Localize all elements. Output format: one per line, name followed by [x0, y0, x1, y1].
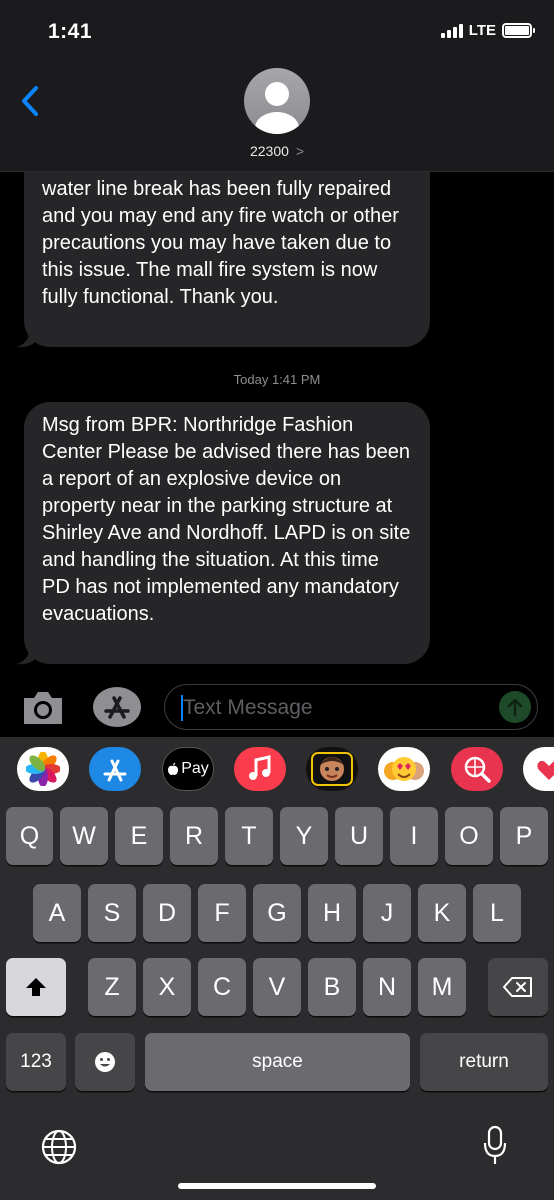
emoji-face-icon	[95, 1052, 115, 1072]
key-s[interactable]: S	[88, 884, 136, 942]
apple-pay-icon[interactable]: Pay	[162, 747, 214, 791]
key-v[interactable]: V	[253, 958, 301, 1016]
key-p[interactable]: P	[500, 807, 548, 865]
memoji-icon[interactable]	[306, 747, 358, 791]
home-indicator[interactable]	[178, 1183, 376, 1189]
message-input[interactable]: Text Message	[164, 684, 538, 730]
arrow-up-icon	[507, 698, 523, 717]
signal-icon	[440, 23, 463, 38]
microphone-icon[interactable]	[482, 1125, 508, 1167]
key-g[interactable]: G	[253, 884, 301, 942]
key-i[interactable]: I	[390, 807, 438, 865]
shift-arrow-icon	[26, 978, 46, 996]
message-text: Msg from BPR: Northridge Fashion Center …	[42, 414, 411, 625]
battery-icon	[502, 23, 535, 38]
message-timestamp: Today 1:41 PM	[0, 372, 554, 387]
key-d[interactable]: D	[143, 884, 191, 942]
key-r[interactable]: R	[170, 807, 218, 865]
key-y[interactable]: Y	[280, 807, 328, 865]
globe-icon[interactable]	[40, 1128, 78, 1166]
key-f[interactable]: F	[198, 884, 246, 942]
bubble-tail	[16, 646, 36, 665]
numbers-key[interactable]: 123	[6, 1033, 66, 1091]
contact-name: 22300	[249, 143, 289, 159]
key-b[interactable]: B	[308, 958, 356, 1016]
back-chevron-icon[interactable]	[18, 84, 44, 118]
chevron-right-icon: >	[295, 143, 304, 159]
key-a[interactable]: A	[33, 884, 81, 942]
message-input-placeholder: Text Message	[183, 696, 313, 719]
person-icon	[255, 82, 299, 134]
key-m[interactable]: M	[418, 958, 466, 1016]
key-h[interactable]: H	[308, 884, 356, 942]
key-x[interactable]: X	[143, 958, 191, 1016]
music-icon[interactable]	[234, 747, 286, 791]
network-type: LTE	[468, 22, 496, 39]
contact-name-button[interactable]: 22300 >	[0, 143, 554, 159]
imessage-app-drawer: Pay	[0, 737, 554, 803]
timestamp-text: Today 1:41 PM	[233, 372, 321, 387]
camera-icon[interactable]	[20, 688, 66, 728]
message-text: water line break has been fully repaired…	[42, 178, 399, 308]
shift-key[interactable]	[6, 958, 66, 1016]
conversation-header: 1:41 LTE 22300 >	[0, 0, 554, 172]
animoji-stickers-icon[interactable]	[378, 747, 430, 791]
app-store-icon	[93, 687, 141, 727]
message-bubble[interactable]: Msg from BPR: Northridge Fashion Center …	[24, 402, 430, 664]
key-t[interactable]: T	[225, 807, 273, 865]
key-c[interactable]: C	[198, 958, 246, 1016]
gif-search-icon[interactable]	[451, 747, 503, 791]
key-o[interactable]: O	[445, 807, 493, 865]
photos-flower-icon	[26, 752, 60, 786]
key-l[interactable]: L	[473, 884, 521, 942]
message-bubble[interactable]: water line break has been fully repaired…	[24, 172, 430, 347]
app-store-glyph	[103, 759, 127, 782]
key-z[interactable]: Z	[88, 958, 136, 1016]
memoji-face-icon	[311, 752, 353, 786]
digital-touch-icon[interactable]	[523, 747, 554, 791]
music-note-icon	[249, 755, 271, 780]
photos-icon[interactable]	[17, 747, 69, 791]
emoji-key[interactable]	[75, 1033, 135, 1091]
bubble-tail	[16, 329, 36, 348]
globe-search-icon	[464, 756, 491, 783]
key-k[interactable]: K	[418, 884, 466, 942]
delete-key[interactable]	[488, 958, 548, 1016]
key-e[interactable]: E	[115, 807, 163, 865]
apple-pay-label: Pay	[181, 760, 209, 777]
apple-logo-icon	[168, 762, 179, 775]
key-j[interactable]: J	[363, 884, 411, 942]
send-button[interactable]	[499, 691, 531, 723]
heart-hand-icon	[537, 761, 554, 780]
key-w[interactable]: W	[60, 807, 108, 865]
return-key[interactable]: return	[420, 1033, 548, 1091]
key-u[interactable]: U	[335, 807, 383, 865]
app-store-button[interactable]	[92, 686, 142, 728]
key-n[interactable]: N	[363, 958, 411, 1016]
contact-avatar[interactable]	[244, 68, 310, 134]
app-store-icon[interactable]	[89, 747, 141, 791]
space-key[interactable]: space	[145, 1033, 410, 1091]
backspace-icon	[503, 977, 532, 997]
keyboard: Q W E R T Y U I O P A S D F G H J K L Z …	[0, 803, 554, 1200]
key-q[interactable]: Q	[6, 807, 53, 865]
status-time: 1:41	[48, 20, 93, 43]
status-indicators: LTE	[440, 22, 535, 39]
emoji-faces-icon	[384, 757, 424, 781]
